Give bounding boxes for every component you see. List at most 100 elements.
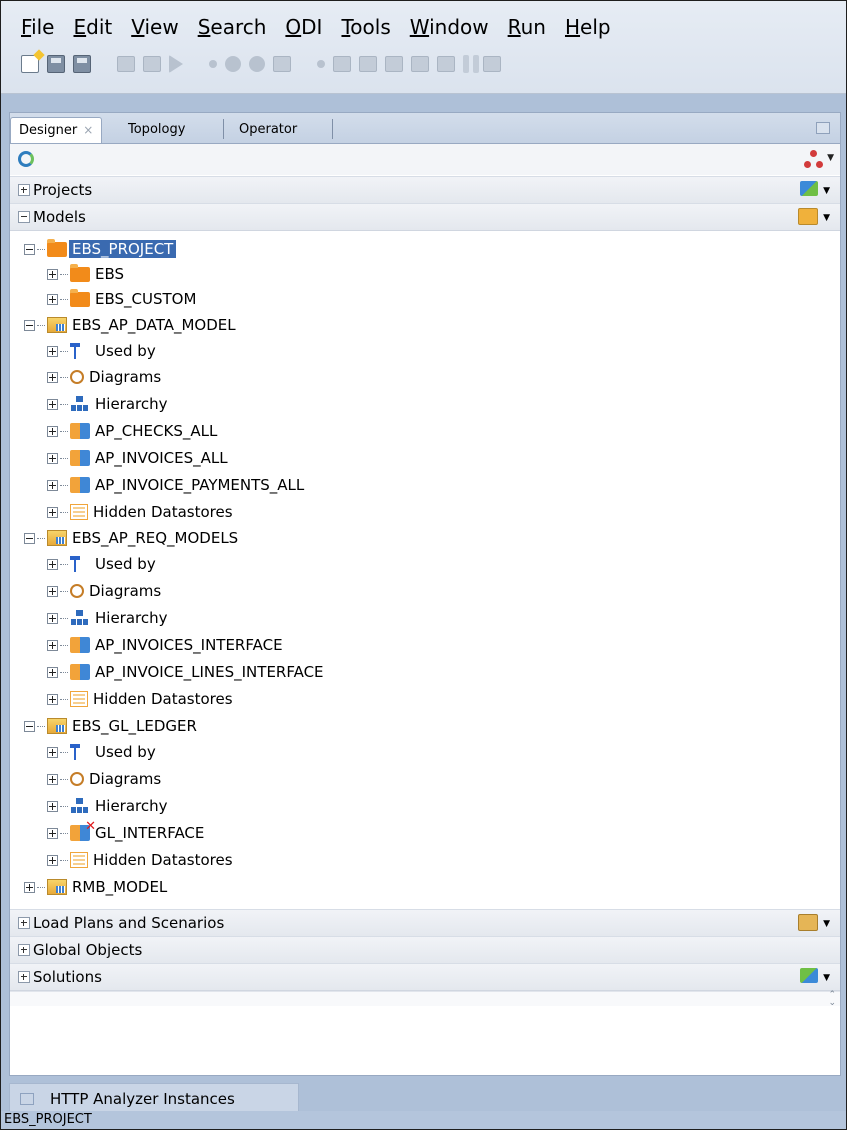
scrollbar[interactable]: ⌃ ⌄ xyxy=(10,991,840,1008)
new-model-icon[interactable] xyxy=(798,208,818,225)
menu-window[interactable]: Window xyxy=(410,15,489,39)
tree-node-diagrams[interactable]: Diagrams xyxy=(47,766,164,792)
expand-icon[interactable] xyxy=(47,398,58,410)
save-all-icon[interactable] xyxy=(73,55,91,73)
collapse-icon[interactable] xyxy=(24,720,35,732)
tree-node-ap-invoice-lines-interface[interactable]: AP_INVOICE_LINES_INTERFACE xyxy=(47,659,327,685)
new-project-icon[interactable] xyxy=(800,181,818,196)
cut-icon[interactable] xyxy=(117,56,135,72)
tree-node-ebs-ap-req-models[interactable]: EBS_AP_REQ_MODELS xyxy=(24,525,241,551)
step-into-icon[interactable] xyxy=(359,56,377,72)
expand-icon[interactable] xyxy=(47,479,58,491)
run-icon[interactable] xyxy=(169,55,183,73)
menu-tools[interactable]: Tools xyxy=(341,15,390,39)
refresh-icon[interactable] xyxy=(18,151,34,167)
tree-node-used-by[interactable]: Used by xyxy=(47,338,159,364)
debug-icon[interactable] xyxy=(225,56,241,72)
expand-icon[interactable] xyxy=(47,800,58,812)
tree-node-ap-invoices-all[interactable]: AP_INVOICES_ALL xyxy=(47,445,231,471)
tree-node-ebs-custom[interactable]: EBS_CUSTOM xyxy=(47,286,199,312)
collapse-icon[interactable] xyxy=(24,243,35,255)
expand-icon[interactable] xyxy=(47,425,58,437)
expand-icon[interactable] xyxy=(47,268,58,280)
collapse-icon[interactable] xyxy=(24,319,35,331)
debug-step-icon[interactable] xyxy=(249,56,265,72)
section-load-plans[interactable]: Load Plans and Scenarios ▼ xyxy=(10,909,840,937)
expand-icon[interactable] xyxy=(47,746,58,758)
chevron-down-icon[interactable]: ▼ xyxy=(823,965,830,991)
grid-icon[interactable] xyxy=(333,56,351,72)
step-back-icon[interactable] xyxy=(437,56,455,72)
close-icon[interactable]: × xyxy=(83,123,93,137)
section-models[interactable]: Models ▼ xyxy=(10,203,840,231)
tree-node-ebs-ap-data-model[interactable]: EBS_AP_DATA_MODEL xyxy=(24,312,239,338)
tree-node-hierarchy[interactable]: Hierarchy xyxy=(47,605,171,631)
collapse-icon[interactable] xyxy=(24,532,35,544)
tree-node-hierarchy[interactable]: Hierarchy xyxy=(47,793,171,819)
tree-node-hidden-datastores[interactable]: Hidden Datastores xyxy=(47,686,236,712)
section-projects[interactable]: Projects ▼ xyxy=(10,176,840,204)
expand-icon[interactable] xyxy=(47,827,58,839)
tree-node-used-by[interactable]: Used by xyxy=(47,739,159,765)
connect-navigator-icon[interactable] xyxy=(804,150,823,168)
save-icon[interactable] xyxy=(47,55,65,73)
expand-icon[interactable] xyxy=(47,585,58,597)
breakpoint-icon[interactable] xyxy=(273,56,291,72)
step-over-icon[interactable] xyxy=(385,56,403,72)
expand-icon[interactable] xyxy=(47,639,58,651)
expand-icon[interactable] xyxy=(18,944,30,956)
expand-icon[interactable] xyxy=(47,612,58,624)
collapse-icon[interactable] xyxy=(18,211,30,223)
menu-edit[interactable]: Edit xyxy=(73,15,112,39)
menu-help[interactable]: Help xyxy=(565,15,611,39)
step-out-icon[interactable] xyxy=(411,56,429,72)
delete-icon[interactable] xyxy=(143,56,161,72)
tree-node-ebs[interactable]: EBS xyxy=(47,261,127,287)
new-solution-icon[interactable] xyxy=(800,968,818,983)
minimize-icon[interactable] xyxy=(816,122,830,134)
expand-icon[interactable] xyxy=(47,558,58,570)
expand-icon[interactable] xyxy=(47,773,58,785)
section-global-objects[interactable]: Global Objects xyxy=(10,936,840,964)
expand-icon[interactable] xyxy=(24,881,35,893)
resume-icon[interactable] xyxy=(317,60,325,68)
expand-icon[interactable] xyxy=(18,917,30,929)
tree-node-ap-invoices-interface[interactable]: AP_INVOICES_INTERFACE xyxy=(47,632,286,658)
menu-run[interactable]: Run xyxy=(508,15,546,39)
menu-odi[interactable]: ODI xyxy=(285,15,322,39)
chevron-down-icon[interactable]: ▼ xyxy=(823,178,830,204)
expand-icon[interactable] xyxy=(47,345,58,357)
expand-icon[interactable] xyxy=(18,184,30,196)
expand-icon[interactable] xyxy=(47,452,58,464)
pause-icon-2[interactable] xyxy=(473,55,479,73)
expand-icon[interactable] xyxy=(47,666,58,678)
menu-search[interactable]: Search xyxy=(198,15,267,39)
tree-node-ebs-project[interactable]: EBS_PROJECT xyxy=(24,236,177,262)
tree-node-used-by[interactable]: Used by xyxy=(47,551,159,577)
tree-node-ebs-gl-ledger[interactable]: EBS_GL_LEDGER xyxy=(24,713,200,739)
section-solutions[interactable]: Solutions ▼ xyxy=(10,963,840,991)
scroll-arrows-icon[interactable]: ⌃ ⌄ xyxy=(828,991,836,1008)
expand-icon[interactable] xyxy=(47,371,58,383)
tree-node-hierarchy[interactable]: Hierarchy xyxy=(47,391,171,417)
expand-icon[interactable] xyxy=(47,854,58,866)
expand-icon[interactable] xyxy=(47,506,58,518)
menu-file[interactable]: File xyxy=(21,15,54,39)
tree-node-rmb-model[interactable]: RMB_MODEL xyxy=(24,874,170,900)
stop-icon[interactable] xyxy=(209,60,217,68)
tab-operator[interactable]: Operator xyxy=(231,117,305,142)
menu-view[interactable]: View xyxy=(131,15,178,39)
tab-topology[interactable]: Topology xyxy=(120,117,193,142)
expand-icon[interactable] xyxy=(47,693,58,705)
expand-icon[interactable] xyxy=(47,293,58,305)
tree-node-gl-interface[interactable]: ✕ GL_INTERFACE xyxy=(47,819,207,846)
pause-icon[interactable] xyxy=(463,55,469,73)
tree-node-hidden-datastores[interactable]: Hidden Datastores xyxy=(47,499,236,525)
tree-node-ap-invoice-payments-all[interactable]: AP_INVOICE_PAYMENTS_ALL xyxy=(47,472,307,498)
tab-designer[interactable]: Designer × xyxy=(10,117,103,143)
new-icon[interactable] xyxy=(21,55,39,73)
expand-icon[interactable] xyxy=(18,971,30,983)
chevron-down-icon[interactable]: ▼ xyxy=(827,153,834,163)
chevron-down-icon[interactable]: ▼ xyxy=(823,911,830,937)
tree-node-ap-checks-all[interactable]: AP_CHECKS_ALL xyxy=(47,418,220,444)
